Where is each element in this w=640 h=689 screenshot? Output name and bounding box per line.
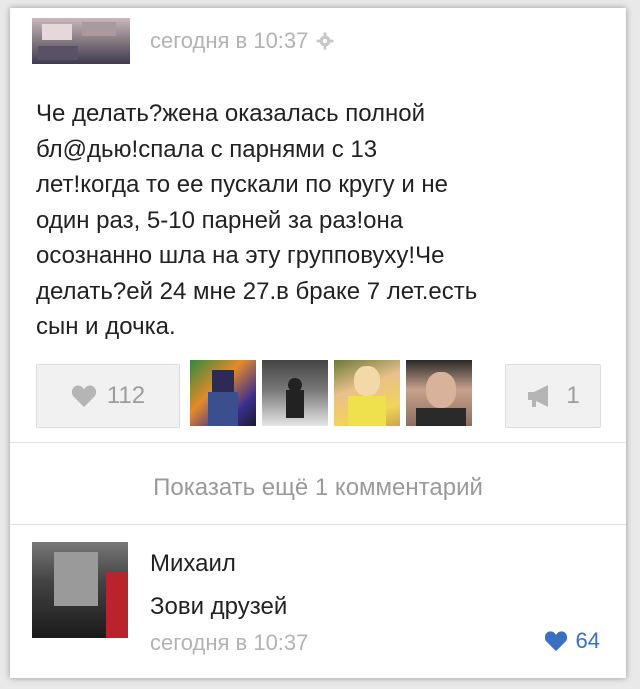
gear-icon[interactable] (316, 32, 334, 50)
liker-avatar[interactable] (190, 360, 256, 426)
comment-author-name[interactable]: Михаил (150, 550, 236, 578)
like-button[interactable]: 112 (36, 364, 180, 428)
comment-like-count: 64 (575, 628, 600, 653)
comment-text: Зови друзей (150, 593, 288, 620)
divider (10, 524, 626, 525)
post-timestamp: сегодня в 10:37 (150, 28, 309, 53)
post-author-avatar[interactable] (32, 18, 130, 64)
divider (10, 442, 626, 443)
post-body-text: Че делать?жена оказалась полной бл@дью!с… (36, 100, 478, 340)
comment-like-button[interactable]: 64 (544, 628, 600, 654)
post-meta: сегодня в 10:37 (150, 28, 334, 54)
liker-avatar[interactable] (262, 360, 328, 426)
share-count: 1 (566, 382, 580, 409)
show-more-comments-link[interactable]: Показать ещё 1 комментарий (10, 474, 626, 502)
heart-icon (71, 385, 96, 407)
post-card: сегодня в 10:37 Че делать?жена оказалась… (10, 8, 626, 678)
comment-author-avatar[interactable] (32, 542, 128, 638)
like-count: 112 (106, 382, 146, 409)
liker-avatar[interactable] (406, 360, 472, 426)
comment-timestamp: сегодня в 10:37 (150, 630, 309, 655)
liker-avatar[interactable] (334, 360, 400, 426)
share-button[interactable]: 1 (505, 364, 601, 428)
heart-icon (544, 631, 567, 652)
megaphone-icon (528, 385, 549, 407)
